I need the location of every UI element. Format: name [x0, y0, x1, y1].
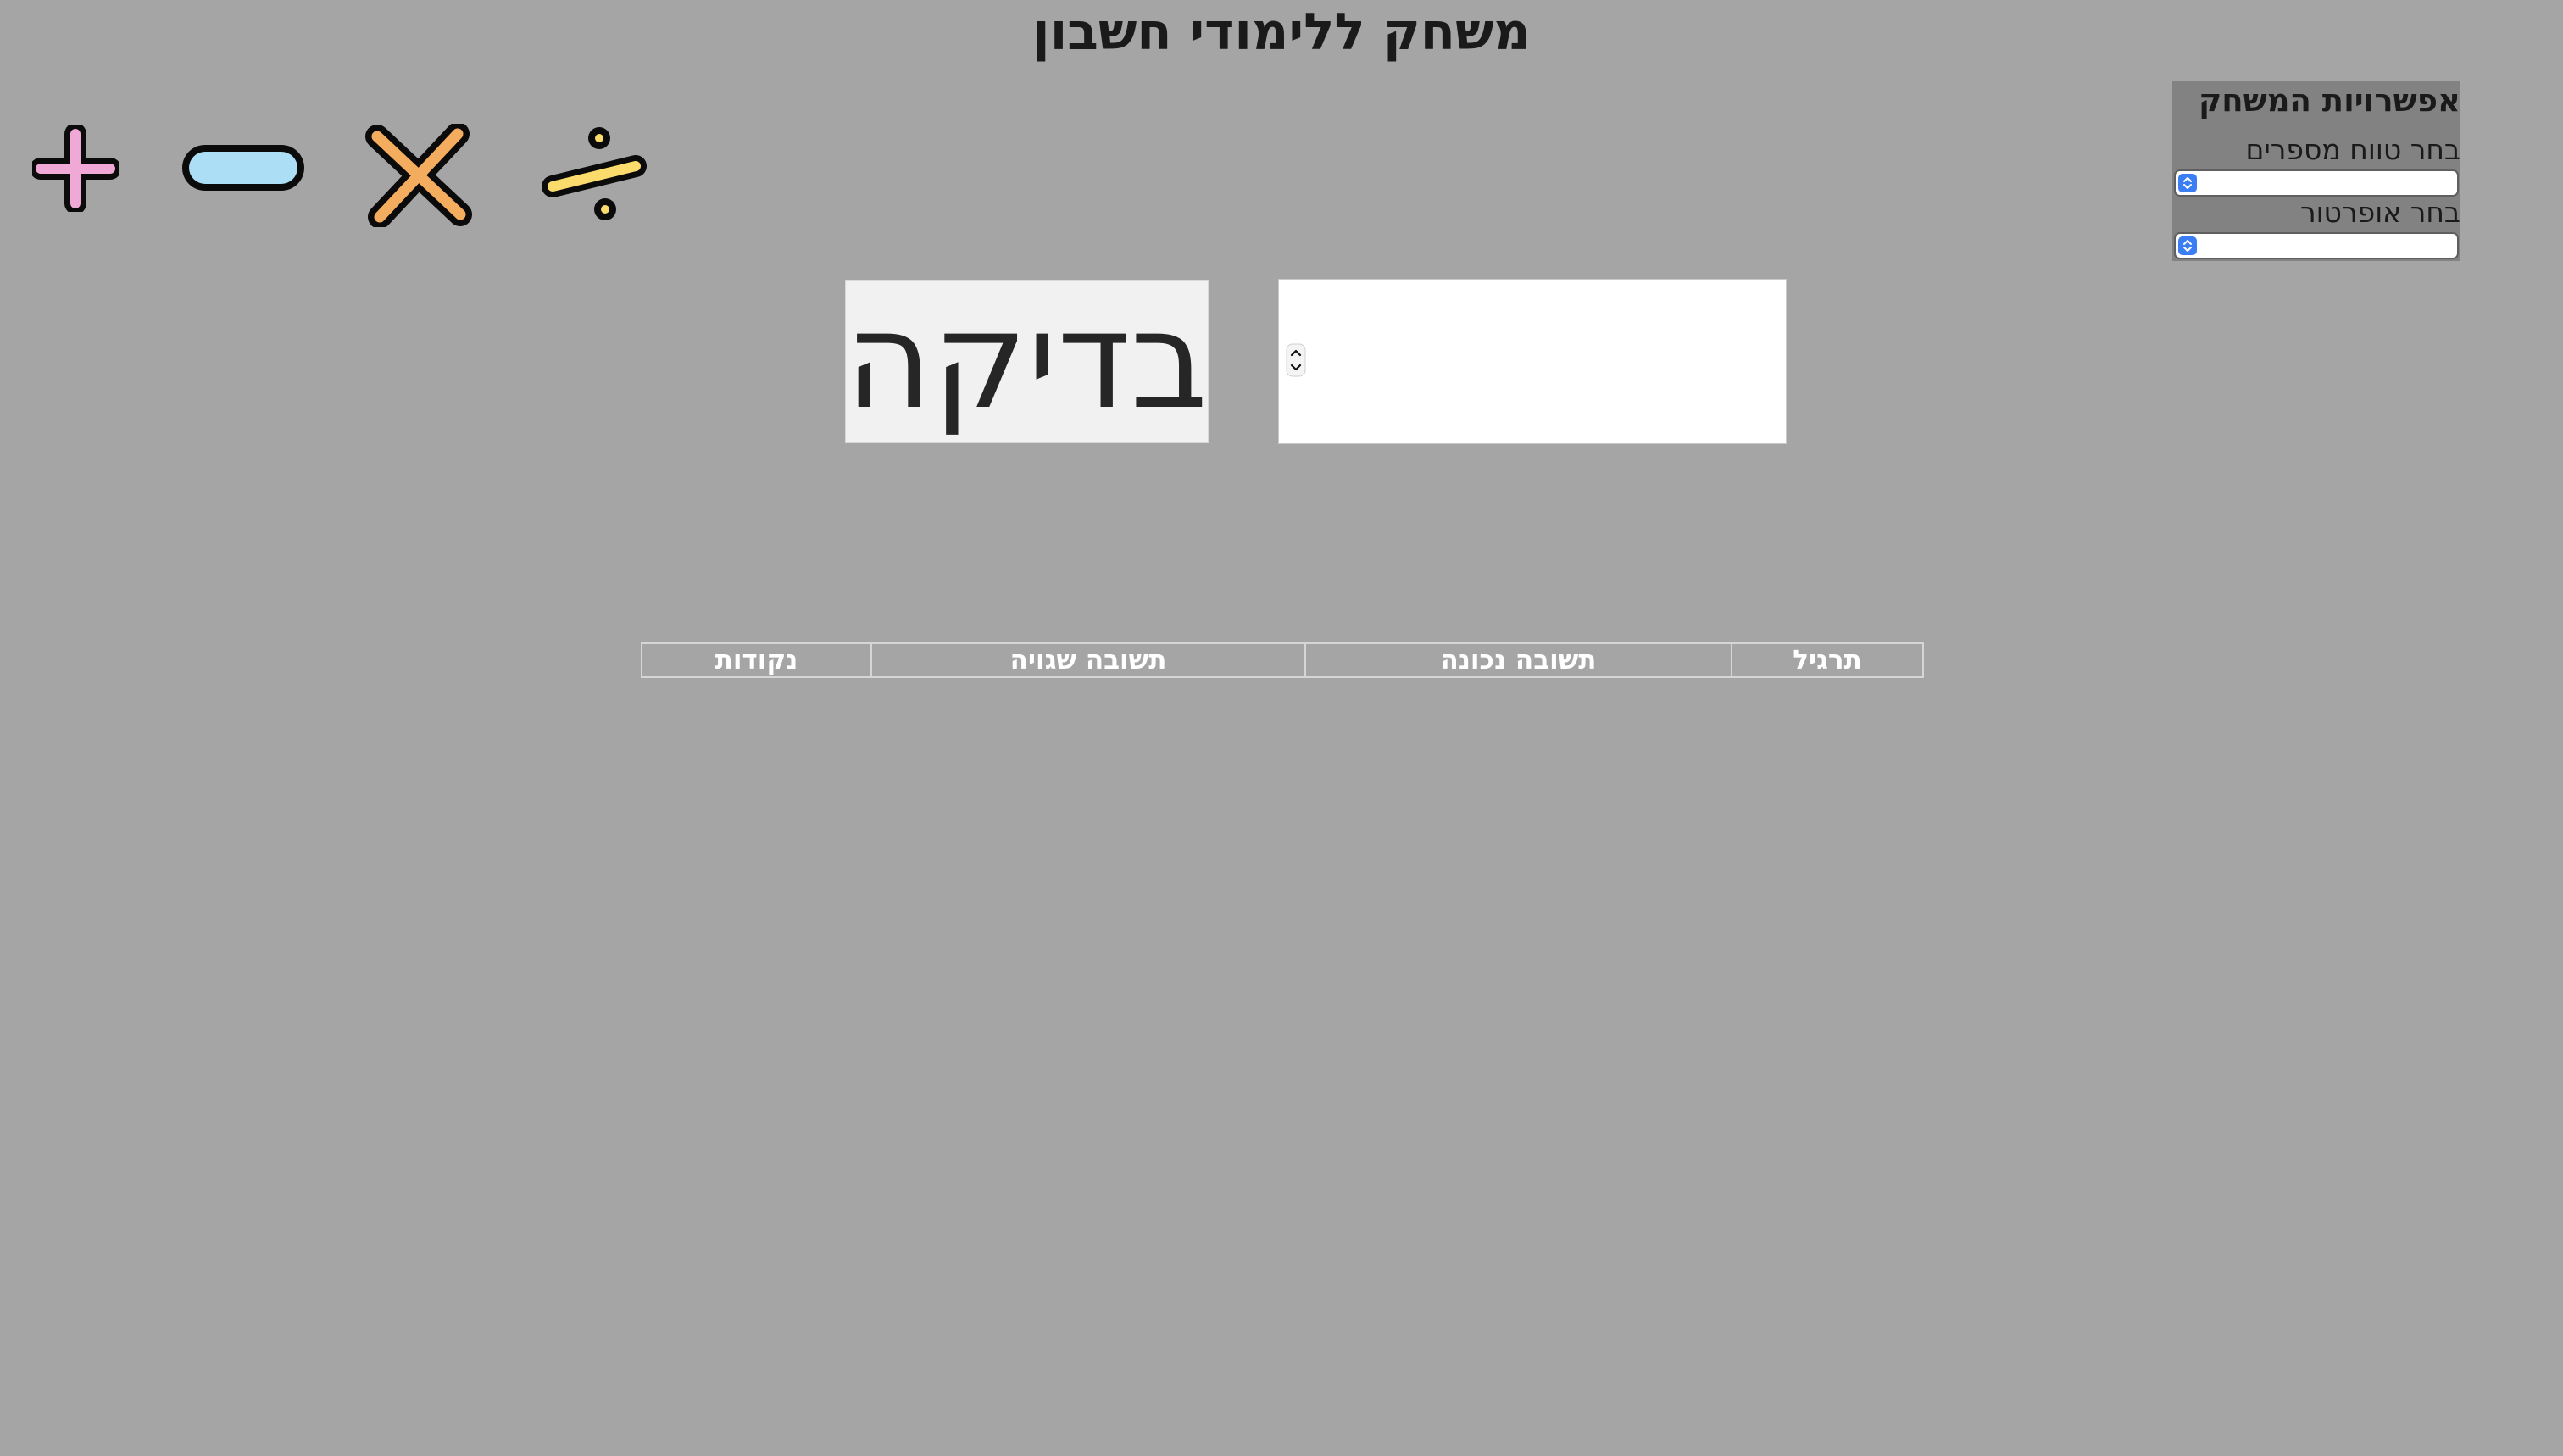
select-arrows-icon — [2178, 236, 2197, 255]
divide-icon[interactable] — [541, 124, 648, 225]
check-button[interactable]: בדיקה — [845, 280, 1209, 443]
plus-icon[interactable] — [32, 125, 119, 212]
operator-select[interactable] — [2174, 232, 2459, 259]
header-wrong-answer: תשובה שגויה — [870, 642, 1306, 678]
table-header-row: תרגיל תשובה נכונה תשובה שגויה נקודות — [641, 642, 1924, 678]
minus-icon[interactable] — [180, 142, 307, 193]
page-title: משחק ללימודי חשבון — [1032, 3, 1531, 62]
operator-label: בחר אופרטור — [2299, 196, 2460, 229]
settings-title: אפשרויות המשחק — [2199, 82, 2460, 119]
results-table: תרגיל תשובה נכונה תשובה שגויה נקודות — [641, 642, 1924, 678]
range-label: בחר טווח מספרים — [2245, 133, 2460, 166]
multiply-icon[interactable] — [364, 124, 473, 227]
number-spinner-icon[interactable] — [1286, 343, 1306, 377]
select-arrows-icon — [2178, 174, 2197, 192]
header-exercise: תרגיל — [1731, 642, 1924, 678]
range-select[interactable] — [2174, 169, 2459, 197]
answer-input[interactable] — [1278, 279, 1787, 444]
settings-panel: אפשרויות המשחק בחר טווח מספרים בחר אופרט… — [2172, 81, 2460, 261]
header-points: נקודות — [641, 642, 872, 678]
header-correct-answer: תשובה נכונה — [1304, 642, 1732, 678]
